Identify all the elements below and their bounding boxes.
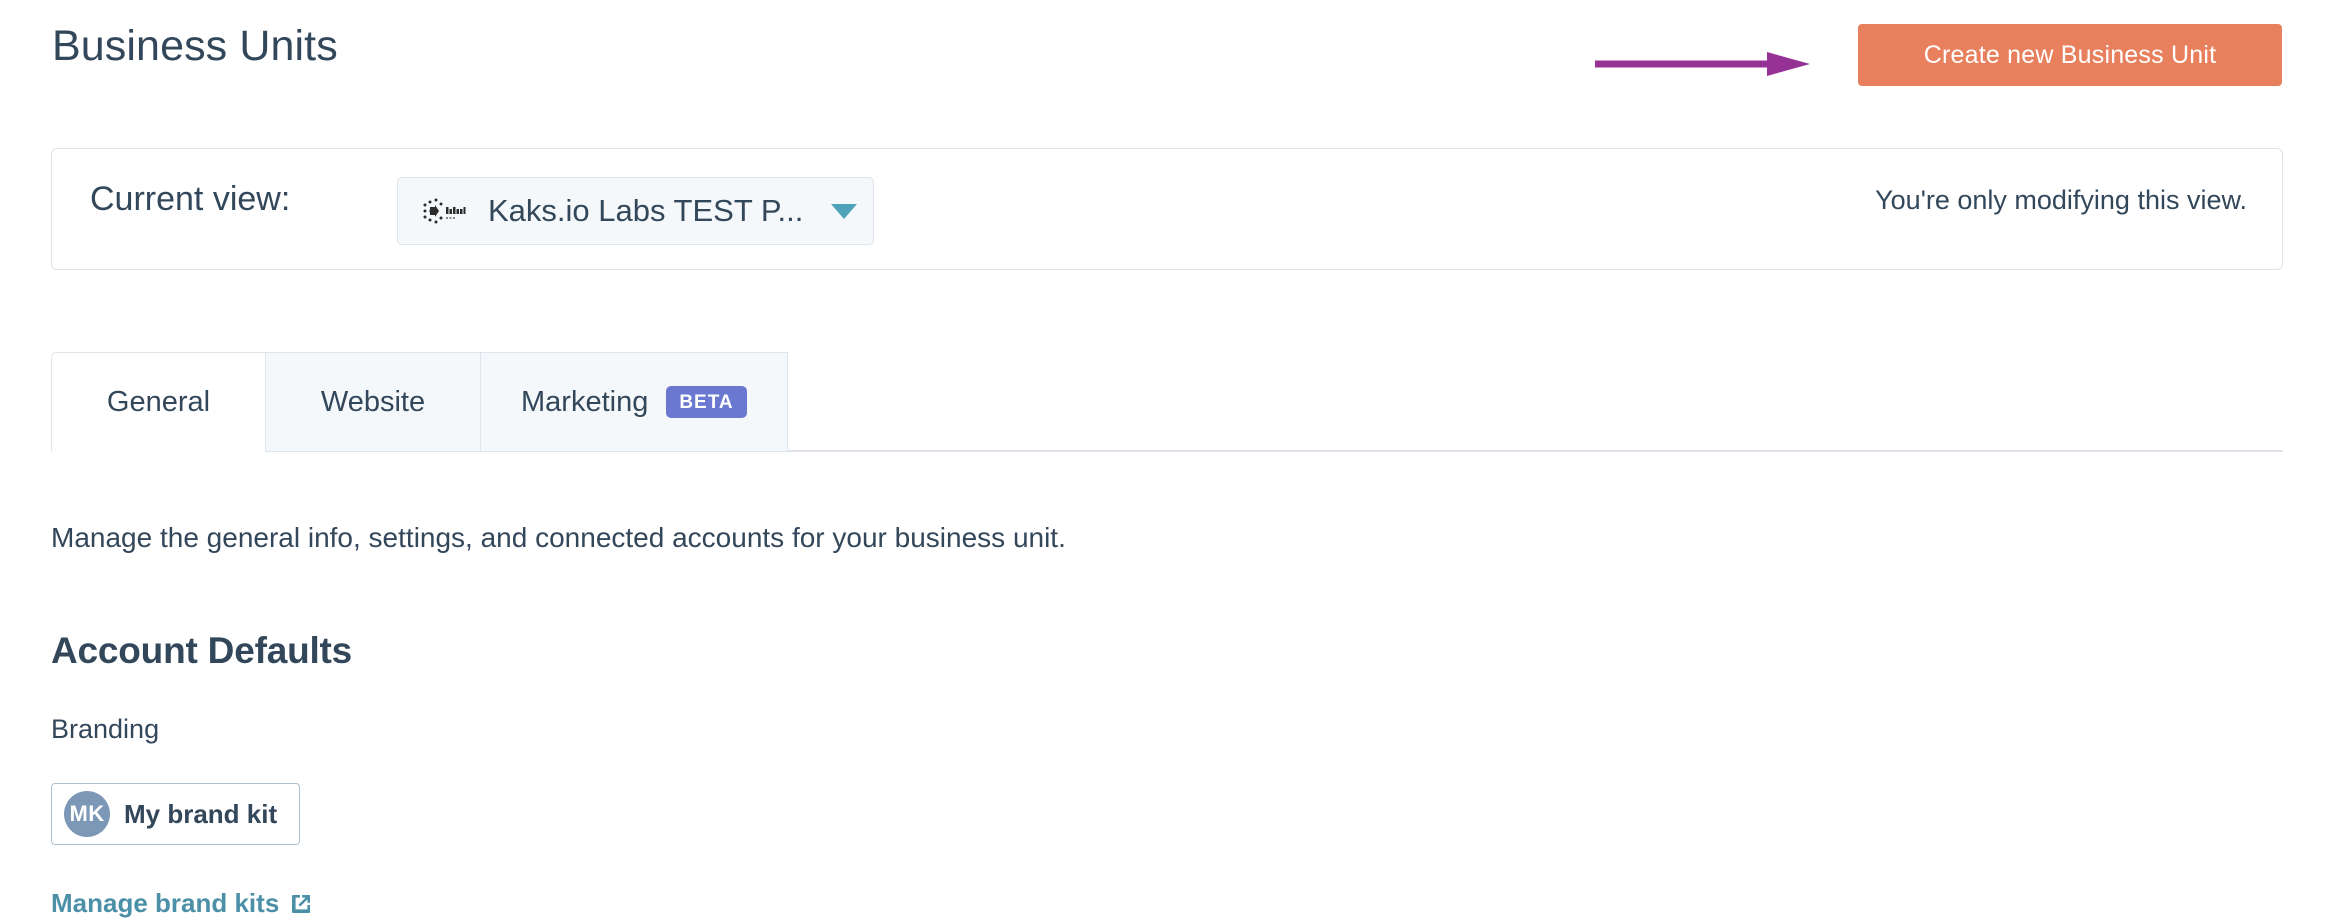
- tab-marketing[interactable]: Marketing BETA: [481, 352, 788, 452]
- brand-kit-chip[interactable]: MK My brand kit: [51, 783, 300, 845]
- tab-general-label: General: [107, 386, 210, 419]
- brand-kit-avatar: MK: [64, 791, 110, 837]
- general-tab-description: Manage the general info, settings, and c…: [51, 522, 1066, 554]
- page-header: Business Units Create new Business Unit: [0, 0, 2330, 110]
- view-scope-note: You're only modifying this view.: [1875, 185, 2247, 216]
- right-arrow-annotation-icon: [1595, 49, 1810, 79]
- tab-general[interactable]: General: [51, 352, 266, 452]
- kaksio-logo-icon: [420, 196, 466, 226]
- page-title: Business Units: [52, 22, 338, 71]
- brand-kit-name: My brand kit: [124, 799, 277, 830]
- settings-tabstrip: General Website Marketing BETA: [51, 352, 2283, 452]
- selected-view-name: Kaks.io Labs TEST P...: [488, 193, 817, 229]
- manage-brand-kits-label: Manage brand kits: [51, 888, 279, 919]
- tab-website-label: Website: [321, 386, 425, 419]
- tab-marketing-label: Marketing: [521, 386, 648, 419]
- tab-list: General Website Marketing BETA: [51, 352, 788, 452]
- current-view-label: Current view:: [90, 180, 290, 219]
- tab-website[interactable]: Website: [266, 352, 481, 452]
- business-unit-view-selector[interactable]: Kaks.io Labs TEST P...: [397, 177, 874, 245]
- external-link-icon: [289, 892, 313, 916]
- chevron-down-icon[interactable]: [831, 204, 857, 219]
- business-units-page: Business Units Create new Business Unit …: [0, 0, 2330, 922]
- branding-label: Branding: [51, 714, 159, 745]
- current-view-card: Current view:: [51, 148, 2283, 270]
- create-new-business-unit-button[interactable]: Create new Business Unit: [1858, 24, 2282, 86]
- manage-brand-kits-link[interactable]: Manage brand kits: [51, 888, 313, 919]
- beta-badge: BETA: [666, 386, 746, 418]
- account-defaults-heading: Account Defaults: [51, 630, 352, 672]
